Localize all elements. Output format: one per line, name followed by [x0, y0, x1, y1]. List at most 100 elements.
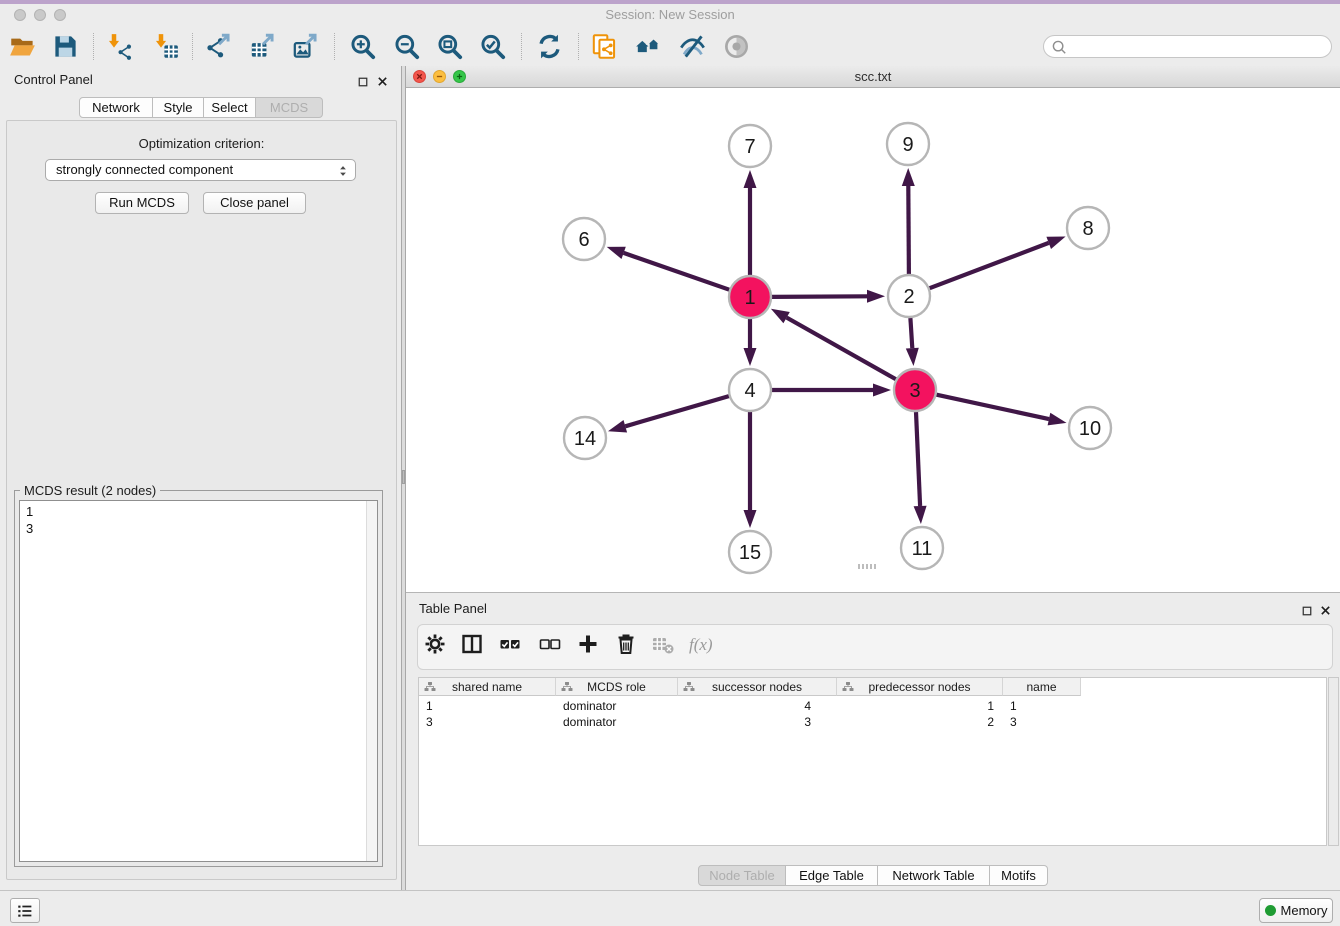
import-table-button[interactable] — [149, 30, 181, 62]
close-panel-icon[interactable] — [377, 74, 388, 92]
window-titlebar[interactable]: Session: New Session — [0, 4, 1340, 27]
edge-3-11[interactable] — [914, 412, 927, 524]
node-11[interactable]: 11 — [901, 527, 943, 569]
zoom-fit-button[interactable] — [433, 30, 465, 62]
show-hidden-icon — [723, 33, 750, 60]
network-canvas[interactable]: 7 9 6 8 1 2 4 3 14 10 15 11 — [406, 88, 1340, 592]
home-networks-button[interactable] — [632, 30, 664, 62]
deselect-all-button[interactable] — [535, 631, 565, 661]
edge-2-8[interactable] — [930, 237, 1066, 289]
mcds-result-group: MCDS result (2 nodes) 13 — [14, 490, 383, 867]
application-window: Session: New Session Control Panel Netwo… — [0, 0, 1340, 926]
table-cell[interactable]: 1 — [837, 698, 1003, 714]
float-panel-icon[interactable] — [358, 74, 368, 92]
tab-network-table[interactable]: Network Table — [878, 865, 990, 886]
node-7[interactable]: 7 — [729, 125, 771, 167]
close-panel-button[interactable]: Close panel — [203, 192, 306, 214]
network-view-window: scc.txt 7 9 6 8 1 2 4 3 14 10 15 11 — [406, 66, 1340, 592]
node-14[interactable]: 14 — [564, 417, 606, 459]
task-history-button[interactable] — [10, 898, 40, 923]
tab-mcds[interactable]: MCDS — [256, 97, 323, 118]
edge-3-1[interactable] — [771, 309, 896, 379]
control-panel-title: Control Panel — [14, 72, 93, 87]
show-columns-button[interactable] — [457, 631, 487, 661]
delete-column-button[interactable] — [611, 631, 641, 661]
table-cell[interactable]: 4 — [678, 698, 837, 714]
home-networks-icon — [635, 33, 662, 60]
table-cell[interactable]: dominator — [556, 714, 678, 730]
export-image-button[interactable] — [289, 30, 321, 62]
node-6[interactable]: 6 — [563, 218, 605, 260]
edge-4-3[interactable] — [772, 384, 891, 397]
node-1[interactable]: 1 — [729, 276, 771, 318]
edge-1-4[interactable] — [744, 319, 757, 366]
tab-motifs[interactable]: Motifs — [990, 865, 1048, 886]
node-8[interactable]: 8 — [1067, 207, 1109, 249]
column-header-MCDS-role[interactable]: MCDS role — [556, 678, 678, 696]
run-mcds-button[interactable]: Run MCDS — [95, 192, 189, 214]
column-header-predecessor-nodes[interactable]: predecessor nodes — [837, 678, 1003, 696]
edge-4-15[interactable] — [744, 412, 757, 528]
open-session-icon — [9, 33, 36, 60]
criterion-select[interactable]: strongly connected component — [45, 159, 356, 181]
edge-2-9[interactable] — [902, 168, 915, 274]
select-all-button[interactable] — [495, 631, 525, 661]
import-network-icon — [105, 33, 132, 60]
table-cell[interactable]: 1 — [1003, 698, 1081, 714]
tab-node-table[interactable]: Node Table — [698, 865, 786, 886]
edge-2-3[interactable] — [906, 318, 919, 366]
tab-edge-table[interactable]: Edge Table — [786, 865, 878, 886]
table-cell[interactable]: 3 — [1003, 714, 1081, 730]
table-scrollbar[interactable] — [1328, 677, 1339, 846]
column-header-shared-name[interactable]: shared name — [419, 678, 556, 696]
zoom-out-button[interactable] — [390, 30, 422, 62]
add-column-icon — [576, 632, 600, 661]
import-network-button[interactable] — [102, 30, 134, 62]
tab-style[interactable]: Style — [153, 97, 204, 118]
hide-selected-button[interactable] — [676, 30, 708, 62]
search-box[interactable] — [1043, 35, 1332, 58]
float-table-panel-icon[interactable] — [1302, 603, 1312, 621]
node-2[interactable]: 2 — [888, 275, 930, 317]
node-10[interactable]: 10 — [1069, 407, 1111, 449]
table-mode-button[interactable] — [420, 631, 450, 661]
result-scrollbar[interactable] — [366, 501, 377, 861]
edge-1-2[interactable] — [772, 290, 885, 303]
edge-4-14[interactable] — [608, 396, 729, 432]
edge-1-6[interactable] — [607, 247, 730, 290]
network-resize-grip[interactable] — [858, 564, 876, 569]
edge-1-7[interactable] — [744, 170, 757, 275]
save-session-button[interactable] — [49, 30, 81, 62]
apply-layout-button[interactable] — [533, 30, 565, 62]
node-9[interactable]: 9 — [887, 123, 929, 165]
node-4[interactable]: 4 — [729, 369, 771, 411]
network-window-titlebar[interactable]: scc.txt — [406, 66, 1340, 88]
table-cell[interactable]: dominator — [556, 698, 678, 714]
column-header-successor-nodes[interactable]: successor nodes — [678, 678, 837, 696]
close-table-panel-icon[interactable] — [1320, 603, 1331, 621]
edge-3-10[interactable] — [937, 395, 1067, 426]
divider-grip[interactable] — [402, 470, 405, 484]
tab-select[interactable]: Select — [204, 97, 256, 118]
export-network-button[interactable] — [202, 30, 234, 62]
mcds-result-textarea[interactable]: 13 — [19, 500, 378, 862]
search-input[interactable] — [1067, 37, 1331, 56]
zoom-selected-icon — [479, 33, 506, 60]
zoom-selected-button[interactable] — [476, 30, 508, 62]
export-table-button[interactable] — [246, 30, 278, 62]
show-columns-icon — [460, 632, 484, 661]
table-cell[interactable]: 3 — [419, 714, 556, 730]
node-table: shared nameMCDS rolesuccessor nodesprede… — [418, 677, 1327, 846]
memory-button[interactable]: Memory — [1259, 898, 1333, 923]
zoom-in-button[interactable] — [346, 30, 378, 62]
column-header-name[interactable]: name — [1003, 678, 1081, 696]
tab-network[interactable]: Network — [79, 97, 153, 118]
duplicate-network-button[interactable] — [588, 30, 620, 62]
node-3[interactable]: 3 — [894, 369, 936, 411]
table-cell[interactable]: 2 — [837, 714, 1003, 730]
open-session-button[interactable] — [6, 30, 38, 62]
node-15[interactable]: 15 — [729, 531, 771, 573]
table-cell[interactable]: 3 — [678, 714, 837, 730]
table-cell[interactable]: 1 — [419, 698, 556, 714]
add-column-button[interactable] — [573, 631, 603, 661]
